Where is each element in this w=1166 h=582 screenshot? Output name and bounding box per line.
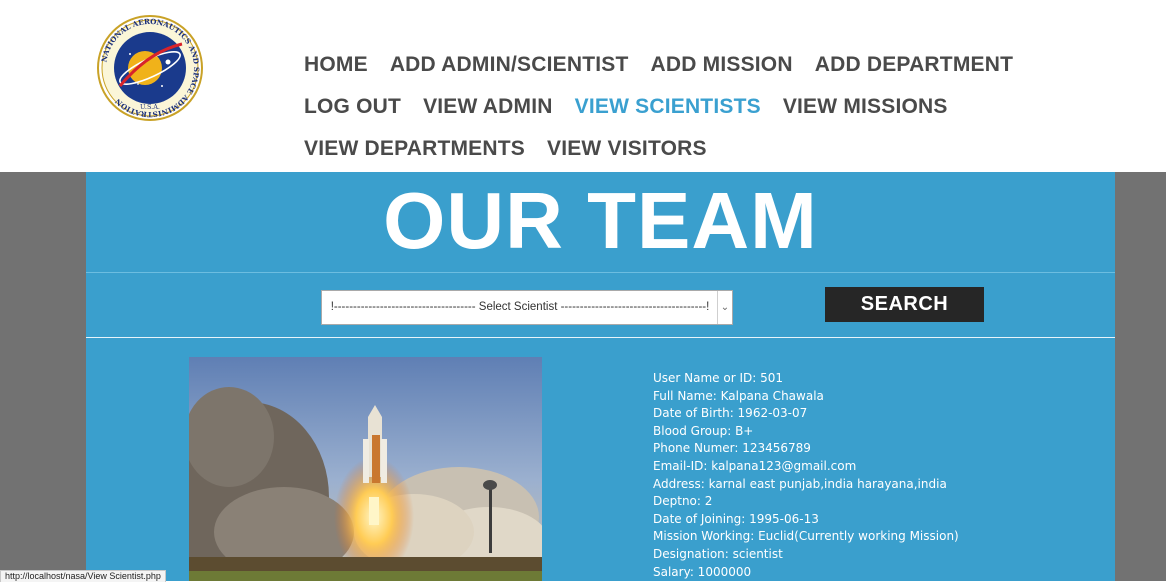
- nav-view-missions[interactable]: VIEW MISSIONS: [783, 95, 948, 119]
- seal-usa-text: U.S.A.: [140, 103, 160, 111]
- nav-add-department[interactable]: ADD DEPARTMENT: [815, 53, 1013, 77]
- detail-line: Email-ID: kalpana123@gmail.com: [653, 458, 857, 473]
- detail-line: Deptno: 2: [653, 494, 713, 509]
- scientist-select[interactable]: !------------------------------------- S…: [321, 290, 733, 325]
- nav-row-1: HOME ADD ADMIN/SCIENTIST ADD MISSION ADD DE…: [304, 53, 1035, 77]
- nav-add-admin-scientist[interactable]: ADD ADMIN/SCIENTIST: [390, 53, 629, 77]
- nav-view-scientists[interactable]: VIEW SCIENTISTS: [575, 95, 761, 119]
- detail-line: Mission Working: Euclid(Currently workin…: [653, 529, 959, 544]
- nav-home[interactable]: HOME: [304, 53, 368, 77]
- scientist-select-value: !------------------------------------- S…: [330, 301, 710, 313]
- detail-line: Designation: scientist: [653, 546, 783, 561]
- team-panel: OUR TEAM !------------------------------…: [86, 172, 1115, 581]
- search-bar: !------------------------------------- S…: [86, 272, 1115, 338]
- nav-row-3: VIEW DEPARTMENTS VIEW VISITORS: [304, 137, 729, 161]
- scientist-photo: [189, 357, 542, 581]
- nav-view-visitors[interactable]: VIEW VISITORS: [547, 137, 707, 161]
- nav-view-admin[interactable]: VIEW ADMIN: [423, 95, 553, 119]
- detail-line: Salary: 1000000: [653, 564, 752, 579]
- nav-log-out[interactable]: LOG OUT: [304, 95, 401, 119]
- search-button[interactable]: SEARCH: [825, 287, 984, 322]
- scientist-details: User Name or ID: 501 Full Name: Kalpana C…: [653, 370, 959, 581]
- nav-add-mission[interactable]: ADD MISSION: [651, 53, 793, 77]
- detail-line: Address: karnal east punjab,india haraya…: [653, 476, 947, 491]
- nav-view-departments[interactable]: VIEW DEPARTMENTS: [304, 137, 525, 161]
- detail-line: Full Name: Kalpana Chawala: [653, 388, 824, 403]
- detail-line: Phone Numer: 123456789: [653, 441, 811, 456]
- detail-line: Date of Joining: 1995-06-13: [653, 511, 819, 526]
- detail-line: Date of Birth: 1962-03-07: [653, 406, 808, 421]
- detail-line: User Name or ID: 501: [653, 371, 784, 385]
- detail-line: Blood Group: B+: [653, 423, 754, 438]
- page-title: OUR TEAM: [383, 176, 818, 265]
- nav-row-2: LOG OUT VIEW ADMIN VIEW SCIENTISTS VIEW MIS…: [304, 95, 970, 119]
- chevron-down-icon[interactable]: ⌄: [717, 291, 732, 324]
- nasa-seal-logo[interactable]: NATIONAL AERONAUTICS AND SPACE ADMINISTR…: [96, 14, 204, 122]
- browser-status-bar: http://localhost/nasa/View Scientist.php: [0, 570, 166, 582]
- site-header: NATIONAL AERONAUTICS AND SPACE ADMINISTR…: [0, 0, 1166, 172]
